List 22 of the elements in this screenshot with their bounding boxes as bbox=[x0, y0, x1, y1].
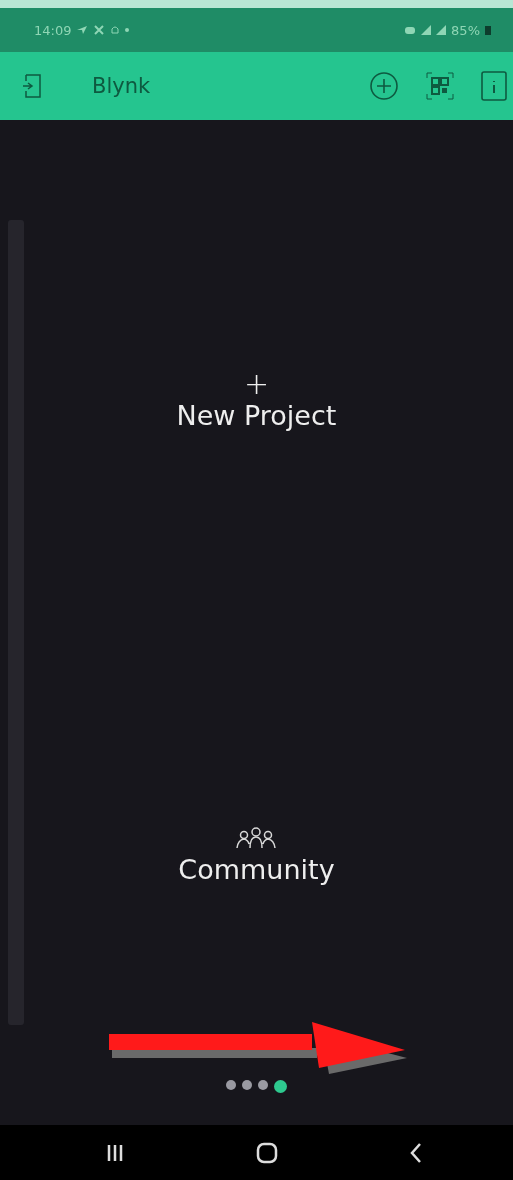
back-icon[interactable] bbox=[409, 1141, 423, 1164]
notification-icon bbox=[110, 25, 121, 35]
battery-percent: 85% bbox=[451, 22, 480, 38]
status-time: 14:09 bbox=[34, 22, 72, 38]
page-dot[interactable] bbox=[226, 1080, 236, 1090]
exit-icon[interactable] bbox=[22, 73, 44, 99]
page-dot[interactable] bbox=[274, 1080, 287, 1093]
new-project-button[interactable]: + New Project bbox=[176, 370, 337, 434]
add-icon[interactable] bbox=[369, 71, 399, 101]
app-title: Blynk bbox=[92, 74, 151, 98]
info-icon[interactable] bbox=[481, 71, 507, 101]
recent-apps-icon[interactable] bbox=[106, 1142, 124, 1163]
signal-icon bbox=[421, 25, 432, 35]
navigation-icon bbox=[76, 25, 89, 35]
signal-icon bbox=[436, 25, 447, 35]
page-dot[interactable] bbox=[242, 1080, 252, 1090]
qr-code-icon[interactable] bbox=[425, 71, 455, 101]
page-dot[interactable] bbox=[258, 1080, 268, 1090]
home-icon[interactable] bbox=[255, 1141, 278, 1164]
battery-icon bbox=[485, 25, 491, 35]
dot-icon bbox=[125, 28, 130, 32]
community-button[interactable]: Community bbox=[178, 826, 335, 888]
